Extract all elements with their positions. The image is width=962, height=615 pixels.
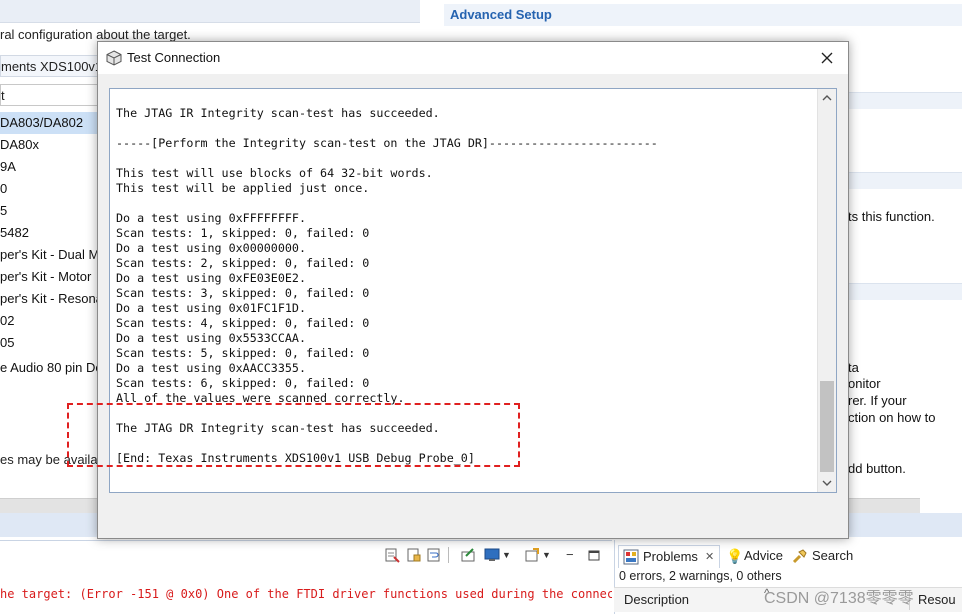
device-list-item[interactable]: 0 [0, 178, 100, 200]
scroll-thumb[interactable] [820, 381, 834, 472]
tab-problems-label: Problems [643, 549, 698, 564]
section-stripe [848, 92, 962, 109]
display-console-icon[interactable] [484, 547, 500, 563]
advanced-setup-header: Advanced Setup [444, 4, 962, 26]
watermark: CSDN @7138零零零 [764, 590, 914, 607]
device-list-item[interactable]: 9A [0, 156, 100, 178]
board-filter-input[interactable]: t [0, 84, 100, 106]
column-resource[interactable]: Resou [918, 592, 956, 607]
console-error-line: he target: (Error -151 @ 0x0) One of the… [0, 587, 612, 601]
advanced-setup-text: ta [848, 360, 859, 375]
problems-tab-bar: Problems ✕ 💡 Advice Search [614, 545, 962, 568]
device-list-item[interactable]: DA80x [0, 134, 100, 156]
device-list-item[interactable]: DA803/DA802 [0, 112, 100, 134]
lightbulb-icon: 💡 [726, 548, 744, 564]
device-list-item[interactable]: 5482 [0, 222, 100, 244]
advanced-setup-text: onitor [848, 376, 881, 391]
tab-search-label: Search [812, 548, 854, 563]
scroll-up-icon[interactable] [818, 89, 836, 107]
toolbar-separator [448, 547, 449, 563]
open-console-icon[interactable] [524, 547, 540, 563]
section-stripe [848, 172, 962, 189]
problems-icon [623, 549, 639, 565]
tab-problems[interactable]: Problems ✕ [618, 545, 720, 568]
advanced-setup-text: ts this function. [848, 209, 935, 224]
section-stripe [848, 283, 962, 300]
pin-console-icon[interactable] [460, 547, 476, 563]
log-vertical-scrollbar[interactable] [817, 89, 836, 492]
word-wrap-icon[interactable] [426, 547, 442, 563]
column-description[interactable]: Description [624, 592, 689, 607]
connection-log-text: The JTAG IR Integrity scan-test has succ… [116, 106, 658, 465]
chevron-down-icon[interactable]: ▼ [502, 550, 511, 560]
device-list-item[interactable]: per's Kit - Resona [0, 288, 100, 310]
advanced-setup-title[interactable]: Advanced Setup [450, 7, 552, 22]
device-list: DA803/DA802 DA80x 9A 0 5 5482 per's Kit … [0, 112, 100, 376]
chevron-down-icon[interactable]: ▼ [542, 550, 551, 560]
clear-console-icon[interactable] [384, 547, 400, 563]
scroll-down-icon[interactable] [818, 474, 836, 492]
flashlight-icon [792, 549, 807, 564]
connection-select[interactable]: ments XDS100v1 [0, 55, 100, 77]
minimize-icon[interactable]: − [566, 547, 574, 562]
scroll-lock-icon[interactable] [406, 547, 422, 563]
cube-icon [106, 50, 122, 66]
left-panel-topbar [0, 0, 420, 23]
device-list-item[interactable]: 02 [0, 310, 100, 332]
tab-advice[interactable]: 💡 Advice [726, 545, 790, 567]
advanced-setup-text: dd button. [848, 461, 906, 476]
device-list-item[interactable]: per's Kit - Dual M [0, 244, 100, 266]
device-list-item[interactable]: per's Kit - Motor [0, 266, 100, 288]
test-connection-dialog: Test Connection The JTAG IR Integrity sc… [97, 41, 849, 539]
close-tab-icon[interactable]: ✕ [705, 546, 714, 568]
advanced-setup-text: rer. If your [848, 393, 907, 408]
device-list-item[interactable]: 5 [0, 200, 100, 222]
console-toolbar: ▼ ▼ − [380, 544, 610, 566]
advanced-setup-text: ction on how to [848, 410, 936, 425]
left-footer-text: es may be availa [0, 452, 98, 467]
connection-log[interactable]: The JTAG IR Integrity scan-test has succ… [109, 88, 837, 493]
dialog-titlebar[interactable]: Test Connection [98, 42, 848, 74]
device-list-item[interactable]: e Audio 80 pin De [0, 357, 100, 379]
device-list-item[interactable]: 05 [0, 332, 100, 354]
dialog-title: Test Connection [127, 50, 221, 65]
tab-search[interactable]: Search [792, 545, 862, 567]
problems-summary: 0 errors, 2 warnings, 0 others [619, 569, 782, 583]
general-config-text: ral configuration about the target. [0, 27, 191, 42]
maximize-icon[interactable] [586, 547, 602, 563]
close-icon[interactable] [814, 46, 840, 70]
tab-advice-label: Advice [744, 548, 784, 563]
